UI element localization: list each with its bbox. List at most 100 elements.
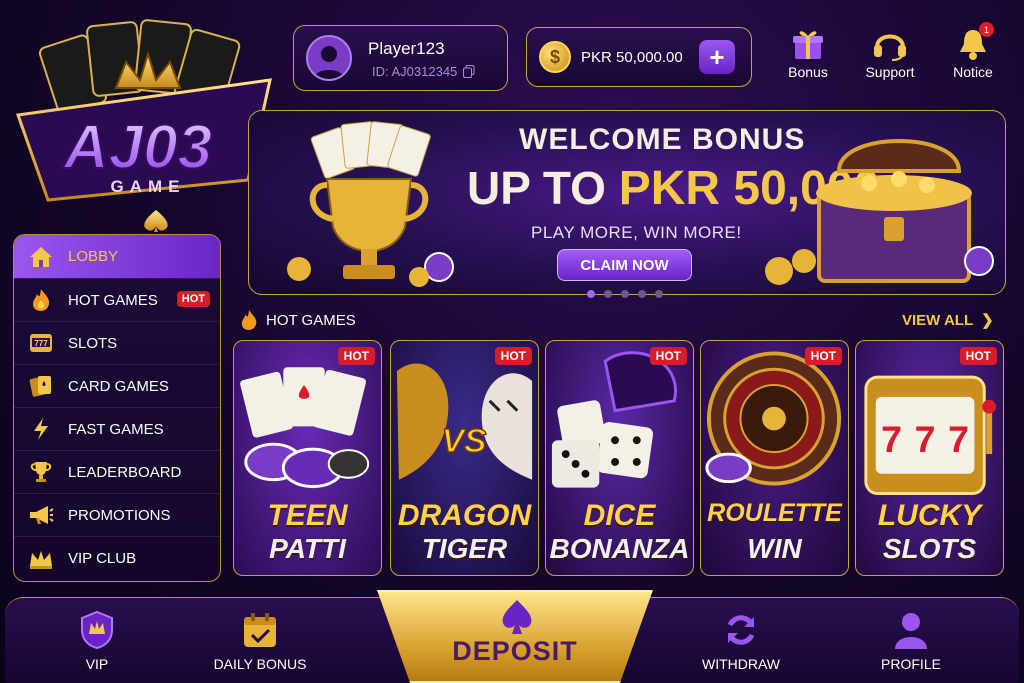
sidebar-item-label: SLOTS [68, 334, 118, 352]
nav-vip[interactable]: VIP [37, 610, 157, 672]
sidebar-item-vip-club[interactable]: VIP CLUB [14, 537, 220, 580]
refresh-arrows-icon [727, 615, 755, 645]
game-logo: AJ03 GAME [8, 10, 280, 232]
sidebar-item-slots[interactable]: 777 SLOTS [14, 322, 220, 365]
game-title-line2: SLOTS [882, 533, 977, 564]
sidebar-item-label: LEADERBOARD [68, 463, 182, 481]
coin-icon: $ [539, 41, 571, 73]
amount-prefix: UP TO [467, 162, 619, 214]
hot-games-header: HOT GAMES [240, 309, 356, 331]
copy-icon[interactable] [463, 65, 475, 78]
calendar-check-icon [244, 613, 276, 647]
sidebar-item-hot-games[interactable]: HOT GAMES HOT [14, 279, 220, 322]
nav-withdraw-label: WITHDRAW [701, 656, 781, 672]
game-title-line1: DICE [583, 499, 656, 532]
svg-text:VS: VS [442, 423, 487, 460]
svg-text:7: 7 [881, 418, 902, 460]
nav-daily-bonus[interactable]: DAILY BONUS [200, 610, 320, 672]
cards-icon [28, 373, 54, 399]
trophy-icon [325, 178, 413, 253]
chevron-right-icon: ❯ [981, 312, 994, 329]
game-title-line2: BONANZA [549, 533, 690, 564]
sidebar-item-lobby[interactable]: LOBBY [14, 235, 220, 279]
banner-subtitle: PLAY MORE, WIN MORE! [531, 223, 742, 242]
amount-currency: PKR [618, 162, 734, 215]
carousel-dot[interactable] [655, 290, 663, 298]
trophy-icon [28, 459, 54, 485]
lightning-icon [28, 416, 54, 442]
avatar [306, 35, 352, 81]
view-all-label: VIEW ALL [902, 311, 974, 329]
nav-vip-label: VIP [85, 656, 109, 672]
treasure-chest-art [765, 139, 994, 285]
user-id: ID: AJ0312345 [372, 64, 475, 79]
vip-shield-icon [81, 610, 113, 650]
crown-icon [28, 546, 54, 572]
deposit-button[interactable]: DEPOSIT [377, 590, 653, 683]
sidebar-item-label: LOBBY [68, 248, 119, 265]
welcome-bonus-banner[interactable]: WELCOME BONUS UP TO PKR 50,000 PLAY MORE… [248, 110, 1006, 295]
user-id-text: ID: AJ0312345 [372, 64, 458, 79]
carousel-indicator[interactable] [587, 290, 663, 298]
megaphone-icon [28, 502, 54, 528]
sidebar-item-label: HOT GAMES [68, 291, 158, 309]
user-icon [895, 613, 927, 649]
bonus-button[interactable]: Bonus [773, 24, 843, 80]
game-title-line2: WIN [747, 533, 802, 564]
sidebar-item-leaderboard[interactable]: LEADERBOARD [14, 451, 220, 494]
game-card-roulette-win[interactable]: HOT ROULETTE WIN [700, 340, 849, 576]
view-all-link[interactable]: VIEW ALL ❯ [902, 311, 994, 330]
fire-icon [28, 287, 54, 313]
sidebar-item-label: VIP CLUB [68, 550, 137, 567]
balance-amount: PKR 50,000.00 [581, 48, 683, 66]
game-title-line1: DRAGON [397, 499, 532, 532]
nav-withdraw[interactable]: WITHDRAW [681, 610, 801, 672]
carousel-dot[interactable] [587, 290, 595, 298]
carousel-dot[interactable] [621, 290, 629, 298]
bonus-label: Bonus [788, 64, 828, 80]
hot-badge: HOT [804, 347, 842, 365]
sidebar-item-card-games[interactable]: CARD GAMES [14, 365, 220, 408]
sidebar-item-fast-games[interactable]: FAST GAMES [14, 408, 220, 451]
notice-button[interactable]: 1 Notice [938, 22, 1008, 80]
hot-badge: HOT [176, 291, 210, 307]
spade-icon [144, 210, 168, 232]
support-button[interactable]: Support [855, 24, 925, 80]
fire-icon [241, 310, 257, 330]
game-card-dragon-tiger[interactable]: VS HOT DRAGON TIGER [390, 340, 539, 576]
slot-machine-icon: 777 [28, 330, 54, 356]
claim-now-button[interactable]: CLAIM NOW [557, 249, 692, 281]
nav-profile[interactable]: PROFILE [851, 610, 971, 672]
trophy-cards-art [287, 121, 454, 287]
notification-badge: 1 [979, 22, 994, 37]
sidebar-item-promotions[interactable]: PROMOTIONS [14, 494, 220, 537]
notice-label: Notice [953, 64, 993, 80]
hot-badge: HOT [337, 347, 375, 365]
nav-daily-bonus-label: DAILY BONUS [213, 656, 307, 672]
wallet-balance: $ PKR 50,000.00 + [526, 27, 752, 87]
carousel-dot[interactable] [638, 290, 646, 298]
game-title-line2: TIGER [421, 533, 508, 564]
sidebar-nav: LOBBY HOT GAMES HOT 777 SLOTS CARD GAMES… [13, 234, 221, 582]
game-title-line1: TEEN [267, 499, 348, 532]
username: Player123 [368, 39, 445, 58]
game-card-dice-bonanza[interactable]: HOT DICE BONANZA [545, 340, 694, 576]
svg-text:7: 7 [948, 418, 969, 460]
game-card-lucky-slots[interactable]: 7 7 7 HOT LUCKY SLOTS [855, 340, 1004, 576]
hot-badge: HOT [649, 347, 687, 365]
home-icon [28, 244, 54, 270]
deposit-label: DEPOSIT [452, 636, 578, 666]
carousel-dot[interactable] [604, 290, 612, 298]
game-card-teen-patti[interactable]: HOT TEEN PATTI [233, 340, 382, 576]
user-profile-card[interactable]: Player123 ID: AJ0312345 [293, 25, 508, 91]
support-label: Support [865, 64, 915, 80]
svg-text:GAME: GAME [111, 177, 186, 196]
spade-icon [502, 600, 532, 634]
gift-icon [793, 31, 823, 59]
add-funds-button[interactable]: + [699, 40, 735, 74]
sidebar-item-label: CARD GAMES [68, 377, 169, 395]
hot-badge: HOT [494, 347, 532, 365]
game-title-line2: PATTI [269, 533, 346, 564]
svg-text:AJ03: AJ03 [62, 113, 212, 182]
sidebar-item-label: FAST GAMES [68, 420, 164, 438]
